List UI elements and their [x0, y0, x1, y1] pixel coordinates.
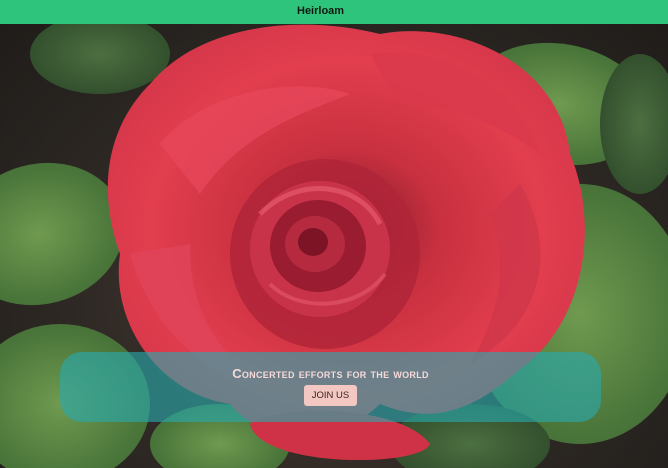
hero-section: Concerted efforts for the world JOIN US — [0, 24, 668, 468]
join-us-button[interactable]: JOIN US — [304, 385, 357, 406]
call-to-action-banner: Concerted efforts for the world JOIN US — [60, 352, 601, 422]
top-nav-bar: Heirloam — [0, 0, 668, 24]
brand-title[interactable]: Heirloam — [297, 5, 344, 17]
hero-headline: Concerted efforts for the world — [232, 366, 429, 381]
